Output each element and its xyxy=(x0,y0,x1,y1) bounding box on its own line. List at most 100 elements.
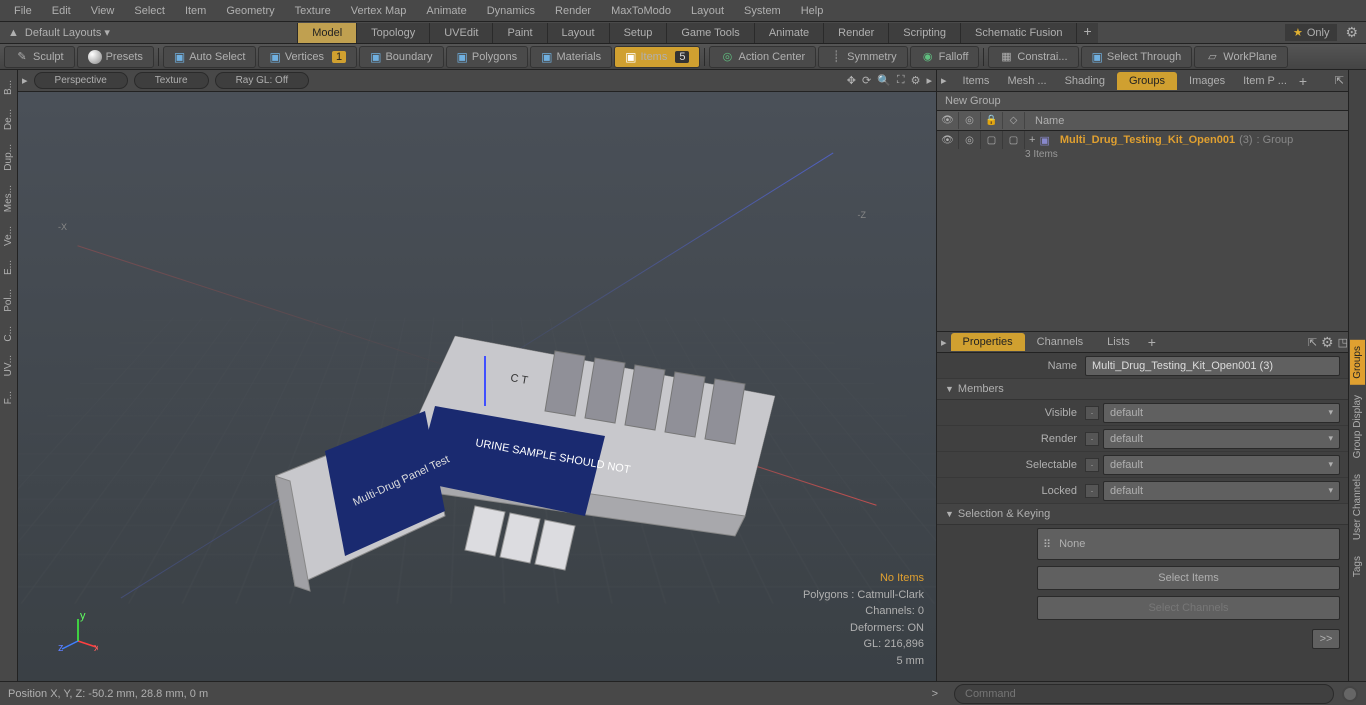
layout-tab-layout[interactable]: Layout xyxy=(547,23,609,43)
rotate-icon[interactable]: ⟳ xyxy=(862,74,871,87)
zoom-icon[interactable]: 🔍 xyxy=(877,74,891,87)
col-name-header[interactable]: Name xyxy=(1025,115,1064,127)
presets-button[interactable]: Presets xyxy=(77,46,154,68)
viewport-tab-raygl[interactable]: Ray GL: Off xyxy=(215,72,310,89)
menu-animate[interactable]: Animate xyxy=(416,1,476,21)
new-group-button[interactable]: New Group xyxy=(937,92,1348,111)
expand-icon[interactable]: + xyxy=(1025,134,1039,146)
tab-images[interactable]: Images xyxy=(1177,72,1237,90)
viewport-collapse-icon[interactable]: ▸ xyxy=(22,74,28,87)
rail-item[interactable]: Mes... xyxy=(1,179,16,218)
tab-channels[interactable]: Channels xyxy=(1025,333,1095,351)
locked-dropdown[interactable]: default▾ xyxy=(1103,481,1340,501)
col-select-icon[interactable]: ◇ xyxy=(1003,112,1025,129)
boundary-button[interactable]: ▣Boundary xyxy=(359,46,443,68)
select-channels-button[interactable]: Select Channels xyxy=(1037,596,1340,620)
item-name[interactable]: Multi_Drug_Testing_Kit_Open001 xyxy=(1050,134,1235,146)
layout-tab-schematicfusion[interactable]: Schematic Fusion xyxy=(960,23,1076,43)
menu-system[interactable]: System xyxy=(734,1,791,21)
rail-item[interactable]: E... xyxy=(1,254,16,281)
tab-items[interactable]: Items xyxy=(951,72,1002,90)
layout-tab-setup[interactable]: Setup xyxy=(609,23,667,43)
workplane-button[interactable]: ▱WorkPlane xyxy=(1194,46,1288,68)
expand-button[interactable]: >> xyxy=(1312,629,1340,649)
record-button[interactable] xyxy=(1342,686,1358,702)
layout-tab-animate[interactable]: Animate xyxy=(754,23,823,43)
tab-lists[interactable]: Lists xyxy=(1095,333,1142,351)
channel-box[interactable]: · xyxy=(1085,458,1099,472)
layout-tab-scripting[interactable]: Scripting xyxy=(888,23,960,43)
restore-icon[interactable]: ⇱ xyxy=(1308,336,1317,349)
tab-shading[interactable]: Shading xyxy=(1053,72,1117,90)
tab-properties[interactable]: Properties xyxy=(951,333,1025,351)
gear-icon[interactable]: ⚙ xyxy=(911,74,921,87)
name-input[interactable] xyxy=(1085,356,1340,376)
polygons-button[interactable]: ▣Polygons xyxy=(446,46,529,68)
items-button[interactable]: ▣Items5 xyxy=(614,46,700,68)
materials-button[interactable]: ▣Materials xyxy=(530,46,612,68)
selectable-dropdown[interactable]: default▾ xyxy=(1103,455,1340,475)
tab-mesh[interactable]: Mesh ... xyxy=(1001,72,1052,90)
rail-user-channels[interactable]: User Channels xyxy=(1350,468,1365,546)
action-center-button[interactable]: ◎Action Center xyxy=(709,46,816,68)
rail-groups[interactable]: Groups xyxy=(1350,340,1365,385)
panel-collapse-icon[interactable]: ▸ xyxy=(941,336,947,349)
layout-tab-gametools[interactable]: Game Tools xyxy=(666,23,754,43)
layout-tab-topology[interactable]: Topology xyxy=(356,23,429,43)
select-through-button[interactable]: ▣Select Through xyxy=(1081,46,1193,68)
menu-arrow-icon[interactable]: ▸ xyxy=(926,74,932,87)
rail-item[interactable]: F... xyxy=(1,385,16,410)
menu-dynamics[interactable]: Dynamics xyxy=(477,1,545,21)
only-button[interactable]: ★Only xyxy=(1285,24,1338,41)
layout-tab-render[interactable]: Render xyxy=(823,23,888,43)
rail-group-display[interactable]: Group Display xyxy=(1350,389,1365,464)
tab-add[interactable]: + xyxy=(1293,73,1313,89)
constraints-button[interactable]: ▦Constrai... xyxy=(988,46,1078,68)
menu-edit[interactable]: Edit xyxy=(42,1,81,21)
menu-vertexmap[interactable]: Vertex Map xyxy=(341,1,417,21)
symmetry-button[interactable]: ┊Symmetry xyxy=(818,46,908,68)
sculpt-button[interactable]: ✎Sculpt xyxy=(4,46,75,68)
row-lock-toggle[interactable]: ▢ xyxy=(981,131,1003,149)
menu-select[interactable]: Select xyxy=(124,1,175,21)
rail-tags[interactable]: Tags xyxy=(1350,550,1365,583)
menu-texture[interactable]: Texture xyxy=(285,1,341,21)
rail-item[interactable]: UV... xyxy=(1,349,16,382)
layout-tab-paint[interactable]: Paint xyxy=(492,23,546,43)
falloff-button[interactable]: ◉Falloff xyxy=(910,46,980,68)
channel-box[interactable]: · xyxy=(1085,432,1099,446)
select-items-button[interactable]: Select Items xyxy=(1037,566,1340,590)
visible-dropdown[interactable]: default▾ xyxy=(1103,403,1340,423)
col-visibility-icon[interactable]: 👁 xyxy=(937,112,959,129)
maximize-icon[interactable]: ⛶ xyxy=(897,74,905,87)
auto-select-button[interactable]: ▣Auto Select xyxy=(163,46,257,68)
menu-render[interactable]: Render xyxy=(545,1,601,21)
rail-item[interactable]: C... xyxy=(1,320,16,348)
rail-item[interactable]: B... xyxy=(1,74,16,101)
gear-icon[interactable]: ⚙ xyxy=(1321,334,1334,351)
vertices-button[interactable]: ▣Vertices1 xyxy=(258,46,357,68)
model-3d[interactable]: Multi-Drug Panel Test URINE SAMPLE SHOUL… xyxy=(275,316,795,596)
tree-row[interactable]: 👁 ◎ ▢ ▢ + ▣ Multi_Drug_Testing_Kit_Open0… xyxy=(937,131,1348,149)
viewport-3d[interactable]: -X -Z xyxy=(18,92,936,681)
row-visibility-toggle[interactable]: 👁 xyxy=(937,131,959,149)
none-button[interactable]: ⠿None xyxy=(1037,528,1340,560)
col-target-icon[interactable]: ◎ xyxy=(959,112,981,129)
layout-dropdown[interactable]: Default Layouts ▾ xyxy=(25,26,110,39)
viewport-tab-perspective[interactable]: Perspective xyxy=(34,72,128,89)
menu-geometry[interactable]: Geometry xyxy=(216,1,284,21)
render-dropdown[interactable]: default▾ xyxy=(1103,429,1340,449)
layout-tab-uvedit[interactable]: UVEdit xyxy=(429,23,492,43)
channel-box[interactable]: · xyxy=(1085,406,1099,420)
channel-box[interactable]: · xyxy=(1085,484,1099,498)
tab-groups[interactable]: Groups xyxy=(1117,72,1177,90)
rail-item[interactable]: Ve... xyxy=(1,220,16,252)
panel-collapse-icon[interactable]: ▸ xyxy=(941,74,947,87)
menu-layout[interactable]: Layout xyxy=(681,1,734,21)
command-input[interactable] xyxy=(954,684,1334,704)
layout-tab-add[interactable]: + xyxy=(1076,23,1097,43)
col-lock-icon[interactable]: 🔒 xyxy=(981,112,1003,129)
move-icon[interactable]: ✥ xyxy=(847,74,856,87)
tab-itemp[interactable]: Item P ... xyxy=(1237,72,1293,90)
menu-view[interactable]: View xyxy=(81,1,125,21)
